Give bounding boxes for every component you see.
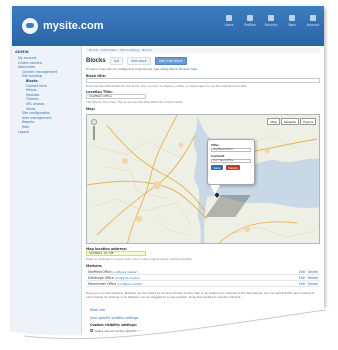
sidebar: ADMIN My account Create content Administer… — [12, 46, 82, 342]
popup-title-input[interactable]: Sheffield Office — [211, 148, 251, 152]
marker-name-cell: Edinburgh Office (configure marker) — [88, 275, 140, 280]
zoom-slider[interactable] — [93, 126, 95, 140]
admin-page: mysite.com Users Profiles Security Tools… — [12, 6, 324, 342]
main-content: Home › Administer › Site building › Bloc… — [86, 46, 322, 342]
marker-actions[interactable]: Edit · Delete — [299, 269, 318, 274]
marker-actions[interactable]: Edit · Delete — [299, 281, 318, 286]
block-title-hint: Override the default title for the block… — [86, 84, 247, 88]
nav-profiles[interactable]: Profiles — [243, 15, 257, 27]
marker-name: Sheffield Office — [88, 270, 112, 274]
popup-title-label: Title — [211, 143, 219, 147]
map-type-satellite-button[interactable]: Satellite — [280, 118, 300, 125]
tools-icon — [289, 15, 295, 21]
map-tiles[interactable] — [87, 115, 320, 244]
security-icon — [268, 15, 274, 21]
title-row: Blocks List Add block Add map block — [86, 57, 187, 65]
profiles-icon — [247, 15, 253, 21]
account-icon — [310, 15, 316, 21]
top-navigation: Users Profiles Security Tools Account — [222, 15, 320, 27]
popup-delete-button[interactable]: Delete — [225, 165, 241, 171]
page-title: Blocks — [86, 58, 106, 64]
help-text: To learn more about configuring map bloc… — [86, 67, 197, 71]
help-text-body: To learn more about configuring map bloc… — [86, 67, 160, 71]
block-title-field[interactable] — [86, 78, 320, 83]
nav-users-label: Users — [224, 23, 234, 27]
breadcrumb[interactable]: Home › Administer › Site building › Bloc… — [86, 48, 320, 53]
page-curl-decoration — [0, 306, 338, 350]
marker-name: Edinburgh Office — [88, 276, 114, 280]
site-logo-icon[interactable] — [22, 18, 38, 34]
map-zoom-control[interactable] — [91, 119, 97, 141]
nav-account-label: Account — [306, 23, 320, 27]
popup-buttons: Save Delete — [211, 165, 251, 171]
location-title-hint: The title for this map. This is used as … — [86, 100, 184, 104]
configure-marker-link[interactable]: (configure marker) — [113, 270, 138, 274]
marker-name-cell: Manchester Office (configure marker) — [88, 281, 142, 286]
marker-actions[interactable]: Edit · Delete — [299, 275, 318, 280]
popup-content-input[interactable]: Our Head Office — [211, 159, 251, 163]
marker-name-cell: Sheffield Office (configure marker) — [88, 269, 138, 274]
tab-list[interactable]: List — [109, 57, 124, 65]
popup-save-button[interactable]: Save — [211, 165, 223, 171]
markers-label: Markers: — [86, 264, 103, 268]
sidebar-menu: My account Create content Administer Conten… — [15, 56, 78, 134]
map-label: Map: — [86, 107, 96, 111]
sidebar-item-logout[interactable]: Logout — [15, 130, 78, 135]
nav-profiles-label: Profiles — [244, 23, 256, 27]
sidebar-heading: ADMIN — [15, 50, 29, 54]
nav-tools-label: Tools — [288, 23, 296, 27]
nav-tools[interactable]: Tools — [285, 15, 299, 27]
marker-popup: Title Sheffield Office Content Our Head … — [207, 139, 255, 185]
location-title-field[interactable]: Sheffield Office — [86, 94, 146, 99]
popup-content-label: Content — [211, 154, 225, 158]
header-bar: mysite.com Users Profiles Security Tools… — [12, 6, 324, 46]
pan-icon[interactable] — [91, 119, 97, 125]
map-widget[interactable]: Map Satellite Hybrid Title Sheffield Off… — [86, 114, 320, 244]
markers-table: Sheffield Office (configure marker) Edit … — [86, 269, 320, 287]
address-field[interactable]: Sheffield, S1 2JE — [86, 251, 146, 256]
address-hint: Enter an address or a post code. Click o… — [86, 257, 193, 261]
configure-marker-link[interactable]: (configure marker) — [115, 276, 140, 280]
map-type-map-button[interactable]: Map — [267, 118, 280, 125]
nav-users[interactable]: Users — [222, 15, 236, 27]
map-type-controls: Map Satellite Hybrid — [267, 118, 316, 125]
site-name[interactable]: mysite.com — [43, 20, 104, 32]
help-link[interactable]: GMap Block Module help — [160, 67, 197, 71]
map-type-hybrid-button[interactable]: Hybrid — [300, 118, 316, 125]
nav-security[interactable]: Security — [264, 15, 278, 27]
tab-add-block[interactable]: Add block — [127, 57, 151, 65]
table-row: Manchester Office (configure marker) Edit… — [86, 281, 320, 287]
nav-security-label: Security — [264, 23, 278, 27]
configure-marker-link[interactable]: (configure marker) — [117, 282, 142, 286]
tab-add-map-block[interactable]: Add map block — [154, 57, 187, 65]
marker-name: Manchester Office — [88, 282, 117, 286]
users-icon — [226, 15, 232, 21]
markers-note: Here you can add markers. Markers can be… — [86, 291, 315, 299]
nav-account[interactable]: Account — [306, 15, 320, 27]
